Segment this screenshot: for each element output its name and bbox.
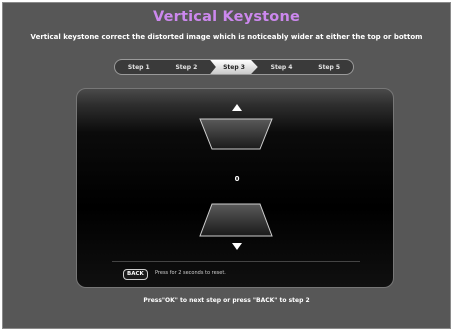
step-5[interactable]: Step 5 <box>305 60 353 74</box>
bottom-trapezoid-icon <box>199 203 273 237</box>
divider <box>112 261 360 262</box>
reset-hint: Press for 2 seconds to reset. <box>155 270 226 276</box>
step-1[interactable]: Step 1 <box>115 60 163 74</box>
step-3-current[interactable]: Step 3 <box>210 60 258 74</box>
keystone-value: 0 <box>234 175 240 183</box>
page-subtitle: Vertical keystone correct the distorted … <box>30 33 423 41</box>
back-button[interactable]: BACK <box>123 269 148 280</box>
step-2[interactable]: Step 2 <box>163 60 211 74</box>
osd-screen: Vertical Keystone Vertical keystone corr… <box>2 2 451 329</box>
top-trapezoid-icon <box>199 118 273 150</box>
keystone-panel: 0 BACK Press for 2 seconds to reset. <box>76 88 394 288</box>
step-progress: Step 1 Step 2 Step 3 Step 4 Step 5 <box>114 59 354 75</box>
up-arrow-icon[interactable] <box>232 104 242 111</box>
step-4[interactable]: Step 4 <box>258 60 306 74</box>
page-title: Vertical Keystone <box>152 9 301 25</box>
down-arrow-icon[interactable] <box>232 243 242 250</box>
footer-instructions: Press"OK" to next step or press "BACK" t… <box>143 297 310 304</box>
